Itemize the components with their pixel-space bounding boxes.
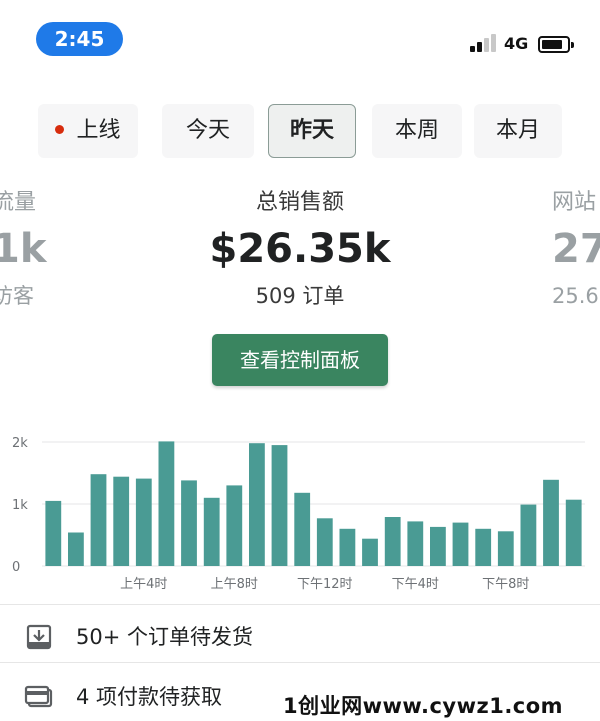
tab-this-week[interactable]: 本周 [372,104,462,158]
tab-yesterday[interactable]: 昨天 [268,104,356,158]
x-tick-label: 下午12时 [297,577,353,592]
metric-value: 1k [0,226,47,272]
x-tick-label: 下午4时 [392,577,439,592]
chart-bar [565,499,582,566]
tab-label: 本周 [394,118,439,143]
chart-bar [45,500,62,566]
divider [0,604,600,605]
status-time: 2:45 [36,22,123,56]
chart-bar [249,443,265,566]
chart-bar [339,528,356,566]
chart-bar [113,476,130,566]
live-dot-icon [55,124,65,134]
metric-sub: 509 订单 [255,284,345,308]
metric-label: 总销售额 [255,190,344,215]
tab-today[interactable]: 今天 [162,104,254,158]
tab-label: 今天 [185,118,230,143]
chart-bar [475,528,492,566]
period-tabs: 上线 今天 昨天 本周 本月 [38,104,562,158]
battery-icon [538,36,574,53]
chart-bar [497,531,514,566]
tab-label: 上线 [76,118,121,143]
sales-bar-chart: 0 1k 2k 上午4时 上午8时 下午12时 下午4时 下午8时 [12,436,585,592]
chart-bar [68,532,84,566]
chart-bar [430,526,446,566]
metric-traffic[interactable]: 流量 1k 访客 [0,186,46,314]
y-tick-label: 2k [12,436,28,451]
task-orders-to-ship[interactable]: 50+ 个订单待发货 [0,612,600,662]
divider [0,662,600,663]
chart-bar [226,485,243,566]
chart-bar [271,445,288,566]
tab-this-month[interactable]: 本月 [474,104,562,158]
y-tick-label: 1k [12,498,28,513]
chart-bar [135,478,152,566]
status-bar: 2:45 4G [0,0,600,80]
chart-bar [384,517,401,566]
task-label: 4 项付款待获取 [76,685,223,709]
chart-bar [543,479,559,566]
x-tick-label: 下午8时 [482,577,529,592]
tab-label: 本月 [495,118,540,143]
metric-sub: 访客 [0,284,34,308]
view-dashboard-button[interactable]: 查看控制面板 [212,334,388,386]
chart-bar [362,538,378,566]
chart-bar [90,474,107,566]
chart-bar [520,504,537,566]
watermark: 1创业网www.cywz1.com [283,694,564,718]
tab-label: 昨天 [289,118,334,143]
metric-value: $26.35k [209,226,391,272]
chart-bar [203,497,220,566]
task-label: 50+ 个订单待发货 [76,625,253,649]
network-type: 4G [504,34,529,53]
metric-sub: 25.6 [552,284,599,308]
x-tick-label: 上午4时 [120,577,167,592]
chart-bar [407,521,424,566]
x-tick-label: 上午8时 [211,577,258,592]
metric-label: 流量 [0,190,37,215]
y-tick-label: 0 [12,560,20,575]
tab-live[interactable]: 上线 [38,104,138,158]
metric-value: 27 [552,226,600,272]
chart-bar [452,522,469,566]
chart-bar [294,492,311,566]
metric-total-sales[interactable]: 总销售额 $26.35k 509 订单 [200,186,400,314]
signal-strength-icon [470,34,498,52]
credit-card-icon [24,685,53,708]
metric-site[interactable]: 网站 27 25.6 [552,186,600,314]
chart-bar [316,518,333,566]
metric-label: 网站 [552,190,597,215]
chart-bar [158,441,175,566]
download-box-icon [26,624,52,650]
chart-bar [181,480,197,566]
